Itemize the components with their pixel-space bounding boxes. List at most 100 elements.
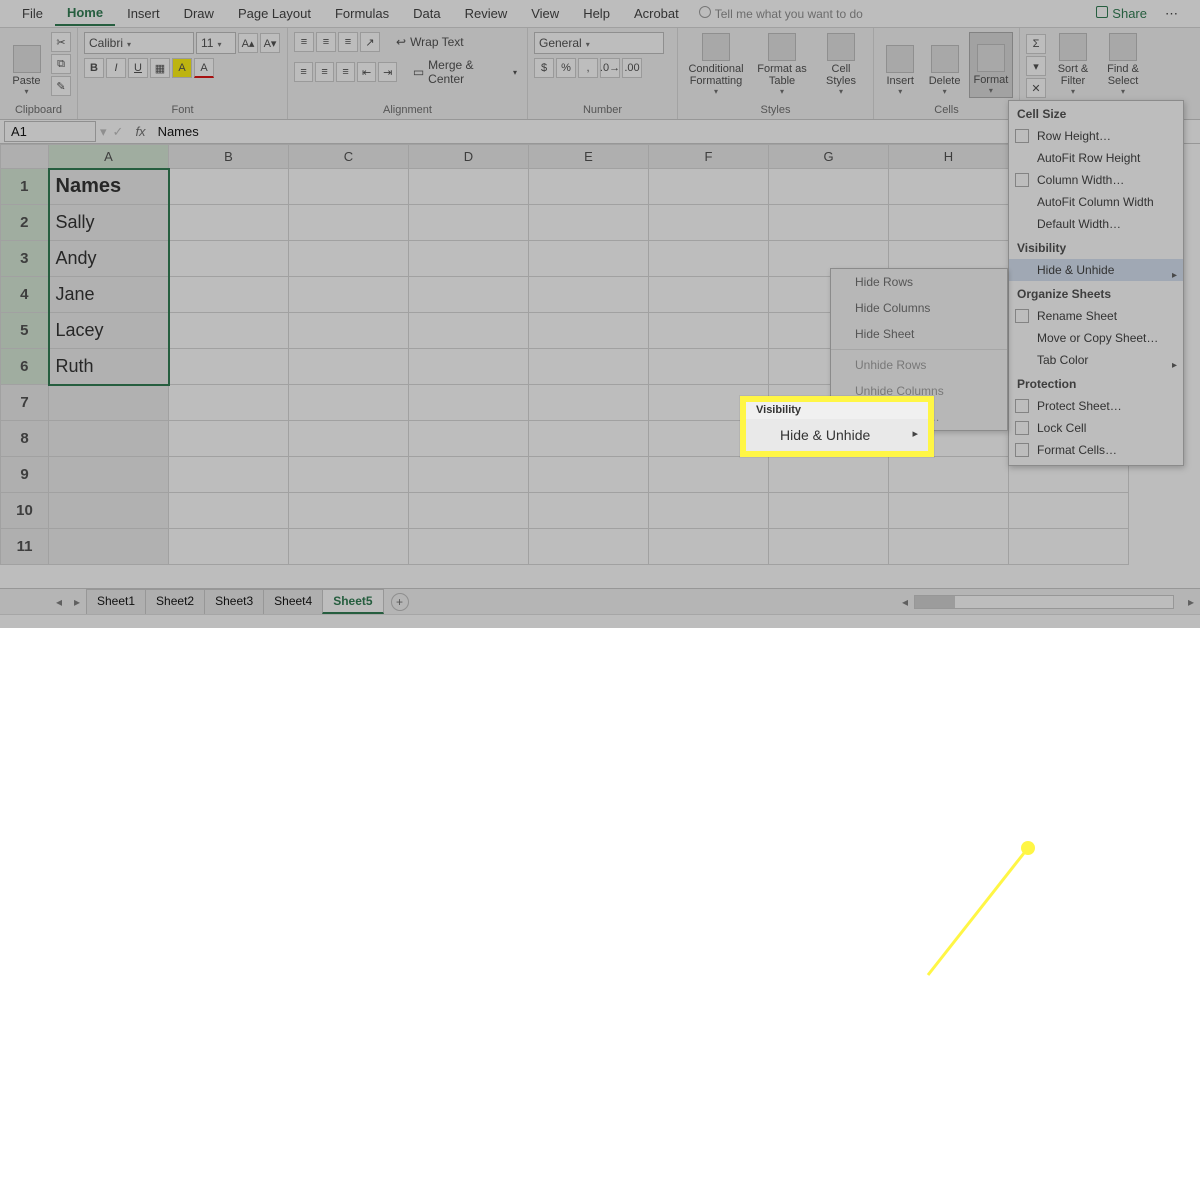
sheet-tab-sheet3[interactable]: Sheet3: [204, 589, 264, 614]
autosum-button[interactable]: Σ: [1026, 34, 1046, 54]
row-header-10[interactable]: 10: [1, 493, 49, 529]
cell-D2[interactable]: [409, 205, 529, 241]
cell-B2[interactable]: [169, 205, 289, 241]
cell-D6[interactable]: [409, 349, 529, 385]
cell-D8[interactable]: [409, 421, 529, 457]
cell-F2[interactable]: [649, 205, 769, 241]
cell-C3[interactable]: [289, 241, 409, 277]
cell-A9[interactable]: [49, 457, 169, 493]
cell-B5[interactable]: [169, 313, 289, 349]
column-header-G[interactable]: G: [769, 145, 889, 169]
tab-page-layout[interactable]: Page Layout: [226, 2, 323, 25]
align-top-button[interactable]: ≡: [294, 32, 314, 52]
tab-home[interactable]: Home: [55, 1, 115, 26]
scroll-right[interactable]: ▸: [1182, 595, 1200, 609]
cell-C9[interactable]: [289, 457, 409, 493]
cell-D9[interactable]: [409, 457, 529, 493]
fill-color-button[interactable]: A: [172, 58, 192, 78]
bold-button[interactable]: B: [84, 58, 104, 78]
row-header-6[interactable]: 6: [1, 349, 49, 385]
italic-button[interactable]: I: [106, 58, 126, 78]
increase-font-button[interactable]: A▴: [238, 33, 258, 53]
wrap-text-button[interactable]: ↩Wrap Text: [392, 33, 468, 51]
cell-A4[interactable]: Jane: [49, 277, 169, 313]
delete-cells-button[interactable]: Delete: [924, 32, 964, 98]
column-header-C[interactable]: C: [289, 145, 409, 169]
align-center-button[interactable]: ≡: [315, 62, 334, 82]
select-all-cell[interactable]: [1, 145, 49, 169]
cell-F4[interactable]: [649, 277, 769, 313]
tab-draw[interactable]: Draw: [172, 2, 226, 25]
cell-D3[interactable]: [409, 241, 529, 277]
menu-autofit-row[interactable]: AutoFit Row Height: [1009, 147, 1183, 169]
menu-autofit-col[interactable]: AutoFit Column Width: [1009, 191, 1183, 213]
tab-review[interactable]: Review: [453, 2, 520, 25]
cell-E8[interactable]: [529, 421, 649, 457]
menu-default-width[interactable]: Default Width…: [1009, 213, 1183, 235]
cell-E2[interactable]: [529, 205, 649, 241]
row-header-9[interactable]: 9: [1, 457, 49, 493]
tab-acrobat[interactable]: Acrobat: [622, 2, 691, 25]
row-header-8[interactable]: 8: [1, 421, 49, 457]
cell-E9[interactable]: [529, 457, 649, 493]
cell-E10[interactable]: [529, 493, 649, 529]
find-select-button[interactable]: Find & Select: [1100, 32, 1146, 98]
row-header-5[interactable]: 5: [1, 313, 49, 349]
column-header-B[interactable]: B: [169, 145, 289, 169]
tab-formulas[interactable]: Formulas: [323, 2, 401, 25]
row-header-7[interactable]: 7: [1, 385, 49, 421]
cell-A10[interactable]: [49, 493, 169, 529]
row-header-2[interactable]: 2: [1, 205, 49, 241]
align-middle-button[interactable]: ≡: [316, 32, 336, 52]
row-header-1[interactable]: 1: [1, 169, 49, 205]
cell-D11[interactable]: [409, 529, 529, 565]
tab-insert[interactable]: Insert: [115, 2, 172, 25]
sheet-tab-sheet5[interactable]: Sheet5: [322, 589, 383, 614]
sheet-tab-sheet2[interactable]: Sheet2: [145, 589, 205, 614]
cell-B6[interactable]: [169, 349, 289, 385]
cell-A2[interactable]: Sally: [49, 205, 169, 241]
font-name-combo[interactable]: Calibri: [84, 32, 194, 54]
column-header-D[interactable]: D: [409, 145, 529, 169]
cell-F1[interactable]: [649, 169, 769, 205]
cell-G2[interactable]: [769, 205, 889, 241]
cell-D7[interactable]: [409, 385, 529, 421]
cell-C1[interactable]: [289, 169, 409, 205]
cell-B3[interactable]: [169, 241, 289, 277]
cut-button[interactable]: ✂: [51, 32, 71, 52]
format-as-table-button[interactable]: Format as Table: [752, 32, 812, 98]
sheet-nav-prev[interactable]: ◂: [50, 595, 68, 609]
cell-A1[interactable]: Names: [49, 169, 169, 205]
sheet-tab-sheet1[interactable]: Sheet1: [86, 589, 146, 614]
menu-column-width[interactable]: Column Width…: [1009, 169, 1183, 191]
menu-lock-cell[interactable]: Lock Cell: [1009, 417, 1183, 439]
menu-move-copy[interactable]: Move or Copy Sheet…: [1009, 327, 1183, 349]
decrease-indent-button[interactable]: ⇤: [357, 62, 376, 82]
cell-G1[interactable]: [769, 169, 889, 205]
cell-E1[interactable]: [529, 169, 649, 205]
cell-A6[interactable]: Ruth: [49, 349, 169, 385]
cell-F3[interactable]: [649, 241, 769, 277]
borders-button[interactable]: ▦: [150, 58, 170, 78]
row-header-4[interactable]: 4: [1, 277, 49, 313]
cell-C7[interactable]: [289, 385, 409, 421]
tab-help[interactable]: Help: [571, 2, 622, 25]
cell-D5[interactable]: [409, 313, 529, 349]
cell-F10[interactable]: [649, 493, 769, 529]
cell-F9[interactable]: [649, 457, 769, 493]
paste-button[interactable]: Paste: [6, 32, 47, 98]
submenu-unhide-rows[interactable]: Unhide Rows: [831, 352, 1007, 378]
submenu-hide-rows[interactable]: Hide Rows: [831, 269, 1007, 295]
menu-row-height[interactable]: Row Height…: [1009, 125, 1183, 147]
underline-button[interactable]: U: [128, 58, 148, 78]
cell-H11[interactable]: [889, 529, 1009, 565]
decrease-decimal-button[interactable]: .00: [622, 58, 642, 78]
number-format-combo[interactable]: General: [534, 32, 664, 54]
tab-data[interactable]: Data: [401, 2, 452, 25]
cell-F5[interactable]: [649, 313, 769, 349]
sheet-tab-sheet4[interactable]: Sheet4: [263, 589, 323, 614]
menu-hide-unhide[interactable]: Hide & Unhide: [1009, 259, 1183, 281]
tab-view[interactable]: View: [519, 2, 571, 25]
clear-button[interactable]: ✕: [1026, 78, 1046, 98]
cell-G10[interactable]: [769, 493, 889, 529]
